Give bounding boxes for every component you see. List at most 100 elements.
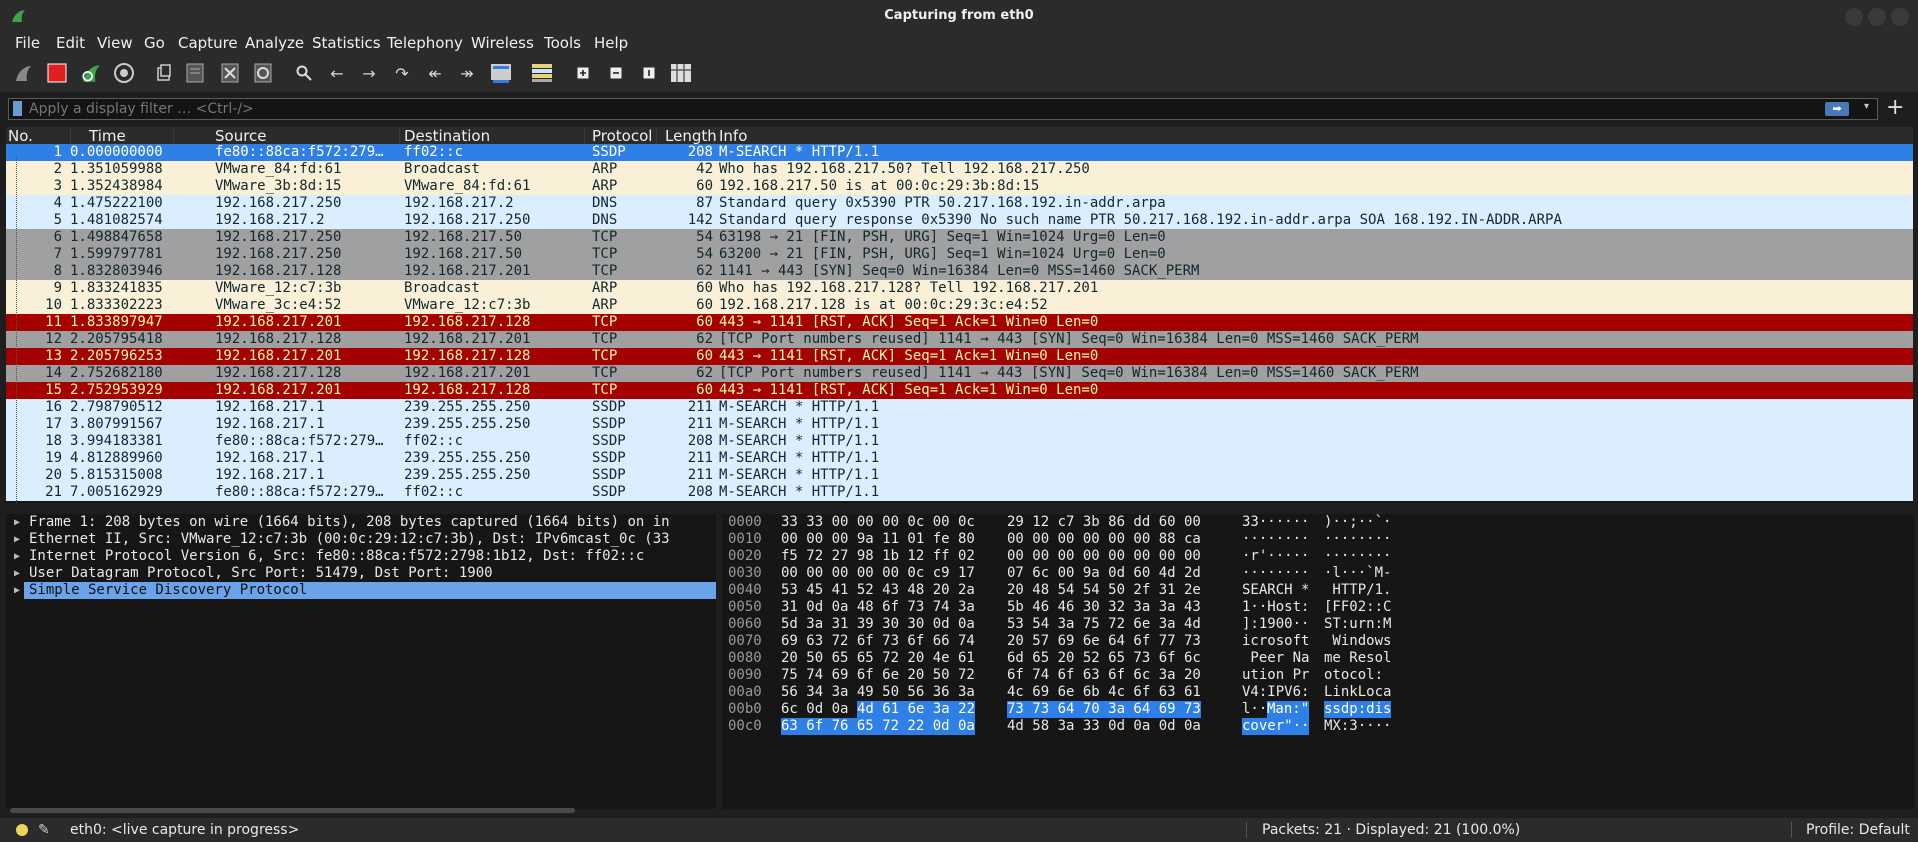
expand-arrow-icon[interactable]: ▶ <box>14 582 20 599</box>
packet-row[interactable]: 14 2.752682180 192.168.217.128 192.168.217.… <box>6 365 1913 382</box>
resize-columns-icon[interactable] <box>670 62 692 84</box>
packet-row[interactable]: 7 1.599797781 192.168.217.250 192.168.217.5… <box>6 246 1913 263</box>
packet-row[interactable]: 18 3.994183381 fe80::88ca:f572:279… ff02::c… <box>6 433 1913 450</box>
expand-arrow-icon[interactable]: ▶ <box>14 531 20 548</box>
packet-cell-len: 211 <box>687 467 713 483</box>
menu-file[interactable]: File <box>15 34 40 52</box>
colorize-icon[interactable] <box>531 62 553 84</box>
filter-history-dropdown-icon[interactable]: ▾ <box>1864 101 1869 112</box>
column-header-protocol[interactable]: Protocol <box>592 127 657 145</box>
packet-cell-info: 443 → 1141 [RST, ACK] Seq=1 Ack=1 Win=0 … <box>719 348 1099 364</box>
horizontal-splitter[interactable] <box>0 506 1918 514</box>
add-filter-button-plus-icon[interactable]: + <box>1886 95 1904 120</box>
bytes-h1: 53 45 41 52 43 48 20 2a <box>781 582 975 598</box>
column-header-destination[interactable]: Destination <box>404 127 585 145</box>
packet-row[interactable]: 1 0.000000000 fe80::88ca:f572:279… ff02::c S… <box>6 144 1913 161</box>
open-file-icon[interactable] <box>153 62 175 84</box>
packet-cell-src: 192.168.217.128 <box>215 331 342 347</box>
packet-row[interactable]: 13 2.205796253 192.168.217.201 192.168.217.… <box>6 348 1913 365</box>
close-button[interactable] <box>1891 8 1909 26</box>
zoom-out-icon[interactable] <box>605 62 627 84</box>
packet-cell-time: 2.752953929 <box>70 382 163 398</box>
details-row-ethernet[interactable]: ▶ Ethernet II, Src: VMware_12:c7:3b (00:0… <box>6 531 716 548</box>
menu-statistics[interactable]: Statistics <box>312 34 381 52</box>
menu-edit[interactable]: Edit <box>56 34 85 52</box>
start-capture-icon[interactable] <box>12 62 34 84</box>
menu-help[interactable]: Help <box>594 34 628 52</box>
bytes-h1: 75 74 69 6f 6e 20 50 72 <box>781 667 975 683</box>
packet-row[interactable]: 17 3.807991567 192.168.217.1 239.255.255.25… <box>6 416 1913 433</box>
packet-row[interactable]: 2 1.351059988 VMware_84:fd:61 Broadcast ARP 4… <box>6 161 1913 178</box>
go-forward-icon[interactable]: → <box>358 62 380 84</box>
expand-arrow-icon[interactable]: ▶ <box>14 514 20 531</box>
menu-capture[interactable]: Capture <box>178 34 238 52</box>
packet-cell-time: 4.812889960 <box>70 450 163 466</box>
packet-row[interactable]: 9 1.833241835 VMware_12:c7:3b Broadcast ARP 6… <box>6 280 1913 297</box>
menu-view[interactable]: View <box>97 34 133 52</box>
go-to-packet-icon[interactable]: ↷ <box>391 62 413 84</box>
packet-row[interactable]: 11 1.833897947 192.168.217.201 192.168.217.… <box>6 314 1913 331</box>
packet-row[interactable]: 15 2.752953929 192.168.217.201 192.168.217.… <box>6 382 1913 399</box>
zoom-in-icon[interactable] <box>572 62 594 84</box>
expand-arrow-icon[interactable]: ▶ <box>14 548 20 565</box>
column-header-info[interactable]: Info <box>719 127 1899 145</box>
restart-capture-icon[interactable] <box>80 62 102 84</box>
packet-row[interactable]: 6 1.498847658 192.168.217.250 192.168.217.5… <box>6 229 1913 246</box>
menu-telephony[interactable]: Telephony <box>387 34 463 52</box>
menu-analyze[interactable]: Analyze <box>245 34 304 52</box>
normal-size-icon[interactable] <box>638 62 660 84</box>
minimize-button[interactable] <box>1845 8 1863 26</box>
details-row-frame[interactable]: ▶ Frame 1: 208 bytes on wire (1664 bits),… <box>6 514 716 531</box>
display-filter-input[interactable] <box>29 100 1829 117</box>
details-row-udp[interactable]: ▶ User Datagram Protocol, Src Port: 51479… <box>6 565 716 582</box>
apply-filter-arrow-icon[interactable]: ➡ <box>1825 102 1849 116</box>
packet-cell-info: M-SEARCH * HTTP/1.1 <box>719 416 880 432</box>
find-packet-icon[interactable] <box>293 62 315 84</box>
packet-cell-len: 62 <box>696 331 713 347</box>
packet-row[interactable]: 4 1.475222100 192.168.217.250 192.168.217.2… <box>6 195 1913 212</box>
bytes-a2: ·l···`M- <box>1324 565 1392 581</box>
details-horizontal-scrollbar[interactable] <box>10 808 575 813</box>
reload-file-icon[interactable] <box>252 62 274 84</box>
column-header-time[interactable]: Time <box>89 127 174 145</box>
packet-row[interactable]: 16 2.798790512 192.168.217.1 239.255.255.25… <box>6 399 1913 416</box>
bookmark-icon[interactable] <box>13 101 22 116</box>
column-header-length[interactable]: Length <box>665 127 717 145</box>
save-file-icon[interactable] <box>184 62 206 84</box>
first-packet-icon[interactable]: ↞ <box>424 62 446 84</box>
capture-options-icon[interactable] <box>113 62 135 84</box>
packet-cell-info: 192.168.217.50 is at 00:0c:29:3b:8d:15 <box>719 178 1040 194</box>
bytes-h2: 00 00 00 00 00 00 88 ca <box>1007 531 1201 547</box>
packet-cell-no: 3 <box>53 178 62 194</box>
packet-cell-no: 13 <box>45 348 62 364</box>
column-header-source[interactable]: Source <box>215 127 400 145</box>
packet-row[interactable]: 8 1.832803946 192.168.217.128 192.168.217.2… <box>6 263 1913 280</box>
profile-label[interactable]: Profile: Default <box>1806 822 1910 838</box>
packet-row[interactable]: 10 1.833302223 VMware_3c:e4:52 VMware_12:c7… <box>6 297 1913 314</box>
bytes-a1: icrosoft <box>1242 633 1310 649</box>
column-header-no[interactable]: No. <box>8 127 71 145</box>
expert-info-led-icon[interactable] <box>16 824 28 836</box>
details-row-ssdp[interactable]: Simple Service Discovery Protocol <box>24 582 716 599</box>
packet-cell-proto: TCP <box>592 246 618 262</box>
menu-go[interactable]: Go <box>144 34 165 52</box>
packet-cell-proto: SSDP <box>592 399 626 415</box>
packet-row[interactable]: 19 4.812889960 192.168.217.1 239.255.255.25… <box>6 450 1913 467</box>
packet-row[interactable]: 20 5.815315008 192.168.217.1 239.255.255.25… <box>6 467 1913 484</box>
packet-row[interactable]: 12 2.205795418 192.168.217.128 192.168.217.… <box>6 331 1913 348</box>
go-back-icon[interactable]: ← <box>326 62 348 84</box>
close-file-icon[interactable] <box>219 62 241 84</box>
expand-arrow-icon[interactable]: ▶ <box>14 565 20 582</box>
packet-cell-no: 8 <box>53 263 62 279</box>
capture-comment-icon[interactable]: ✎ <box>38 822 50 838</box>
maximize-button[interactable] <box>1868 8 1886 26</box>
menu-tools[interactable]: Tools <box>544 34 581 52</box>
stop-capture-icon[interactable] <box>46 62 68 84</box>
packet-row[interactable]: 21 7.005162929 fe80::88ca:f572:279… ff02::c… <box>6 484 1913 501</box>
last-packet-icon[interactable]: ↠ <box>456 62 478 84</box>
packet-row[interactable]: 3 1.352438984 VMware_3b:8d:15 VMware_84:fd:… <box>6 178 1913 195</box>
details-row-ipv6[interactable]: ▶ Internet Protocol Version 6, Src: fe80:… <box>6 548 716 565</box>
auto-scroll-icon[interactable] <box>490 62 512 84</box>
menu-wireless[interactable]: Wireless <box>471 34 534 52</box>
packet-row[interactable]: 5 1.481082574 192.168.217.2 192.168.217.250… <box>6 212 1913 229</box>
